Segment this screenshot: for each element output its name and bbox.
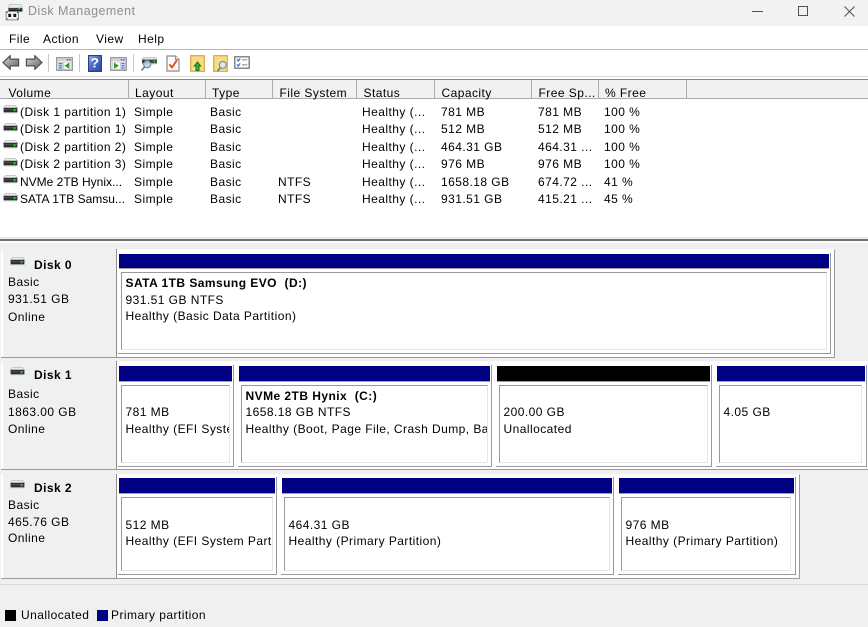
svg-text:?: ?	[90, 55, 99, 71]
